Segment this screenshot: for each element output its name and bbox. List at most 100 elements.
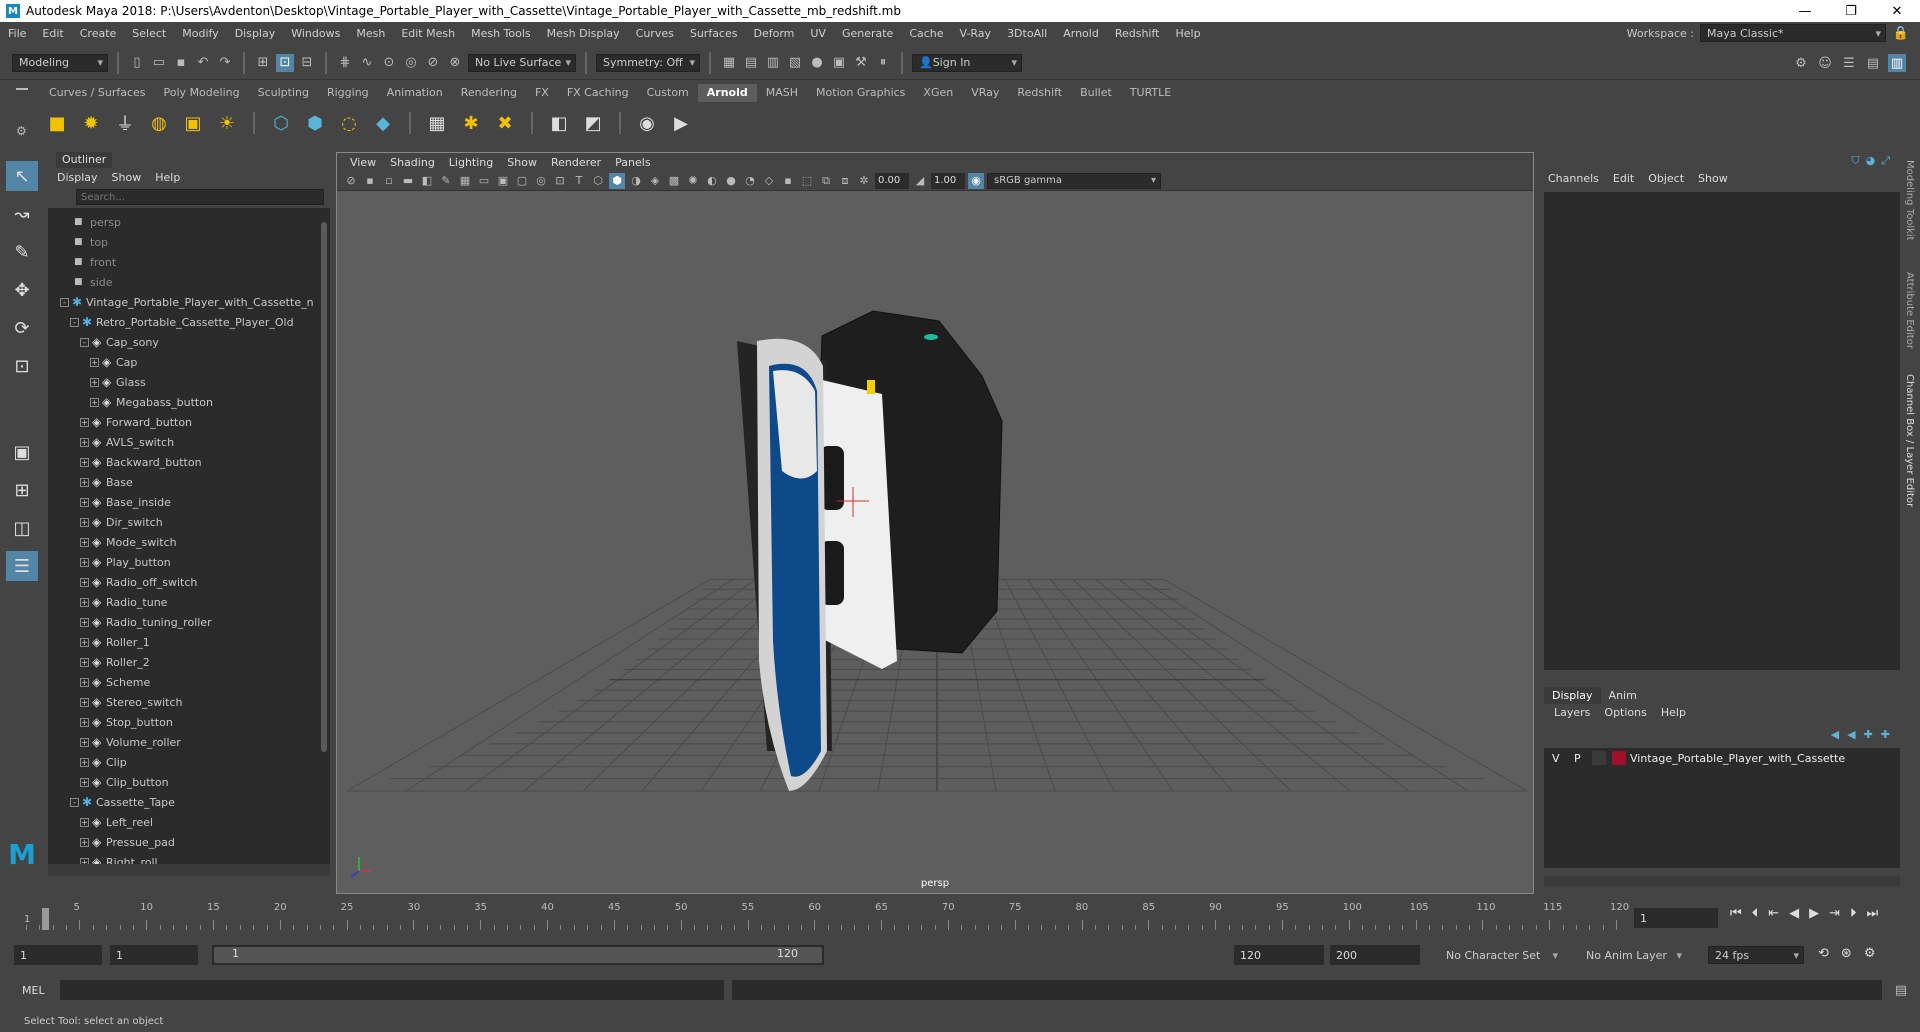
- play-backward-icon[interactable]: ◀: [1789, 906, 1799, 921]
- outliner-item-vintage-portable-player-with-cassette-n[interactable]: - ✱ Vintage_Portable_Player_with_Cassette_…: [48, 292, 318, 312]
- volume-icon[interactable]: ◆: [370, 110, 396, 136]
- single-view-icon[interactable]: ▣: [6, 437, 38, 467]
- standin-icon[interactable]: ⬡: [268, 110, 294, 136]
- expand-toggle-icon[interactable]: +: [80, 497, 89, 507]
- layer-name[interactable]: Vintage_Portable_Player_with_Cassette: [1630, 752, 1845, 765]
- xray-components-icon[interactable]: ⧈: [837, 173, 853, 189]
- maximize-button[interactable]: ❐: [1828, 0, 1874, 22]
- modeling-toolkit-icon[interactable]: ⚙: [1792, 54, 1810, 72]
- sign-in-dropdown[interactable]: 👤 Sign In: [912, 53, 1022, 72]
- side-tab-channel-box[interactable]: Channel Box / Layer Editor: [1904, 374, 1915, 507]
- time-slider-track[interactable]: 1 5 10 15 20 25 30 35 40 45 50 55 60 65 70 75 80 85 90 95 1…: [20, 900, 1629, 932]
- outliner-camera-side[interactable]: ■ side: [48, 272, 318, 292]
- select-object-icon[interactable]: ⊡: [276, 53, 294, 72]
- color-space-dropdown[interactable]: sRGB gamma: [987, 172, 1161, 189]
- expand-toggle-icon[interactable]: +: [80, 417, 89, 427]
- lock-icon[interactable]: 🔒: [1892, 24, 1910, 42]
- outliner-item-mode-switch[interactable]: + ◈ Mode_switch: [48, 532, 318, 552]
- outliner-item-cap-sony[interactable]: - ◈ Cap_sony: [48, 332, 318, 352]
- new-layer-selected-icon[interactable]: ✚: [1881, 728, 1890, 741]
- gamma-icon[interactable]: ◢: [912, 173, 928, 189]
- scale-tool-icon[interactable]: ⊡: [6, 351, 38, 381]
- shelf-tab-bullet[interactable]: Bullet: [1071, 84, 1121, 102]
- go-to-start-icon[interactable]: ⏮: [1730, 906, 1742, 921]
- expand-toggle-icon[interactable]: +: [80, 577, 89, 587]
- close-button[interactable]: ✕: [1874, 0, 1920, 22]
- snap-surface-icon[interactable]: ⊘: [424, 54, 442, 72]
- outliner-item-forward-button[interactable]: + ◈ Forward_button: [48, 412, 318, 432]
- outliner-item-volume-roller[interactable]: + ◈ Volume_roller: [48, 732, 318, 752]
- expand-toggle-icon[interactable]: +: [80, 757, 89, 767]
- layer-type-toggle[interactable]: [1592, 751, 1606, 765]
- character-controls-icon[interactable]: ☺: [1816, 54, 1834, 72]
- gate-mask-icon[interactable]: ▢: [514, 173, 530, 189]
- expand-toggle-icon[interactable]: +: [80, 457, 89, 467]
- shelf-tab-animation[interactable]: Animation: [378, 84, 452, 102]
- expand-toggle-icon[interactable]: -: [60, 297, 69, 307]
- step-forward-key-icon[interactable]: ⏵: [1850, 906, 1857, 921]
- loop-icon[interactable]: ⟲: [1818, 946, 1829, 961]
- flush-textures-icon[interactable]: ✱: [458, 110, 484, 136]
- viewport-menu-view[interactable]: View: [343, 156, 383, 169]
- lasso-tool-icon[interactable]: ↝: [6, 199, 38, 229]
- shelf-tab-redshift[interactable]: Redshift: [1008, 84, 1071, 102]
- tool-settings-icon[interactable]: ▤: [1864, 54, 1882, 72]
- time-slider[interactable]: 1 5 10 15 20 25 30 35 40 45 50 55 60 65 70 75 80 85 90 95 1…: [0, 900, 1920, 936]
- material-icon[interactable]: ◧: [546, 110, 572, 136]
- step-back-key-icon[interactable]: ⏴: [1752, 906, 1759, 921]
- expand-toggle-icon[interactable]: +: [80, 617, 89, 627]
- expand-toggle-icon[interactable]: +: [90, 377, 99, 387]
- render-settings-icon[interactable]: ▧: [786, 54, 804, 72]
- auto-key-icon[interactable]: ⊛: [1841, 946, 1852, 961]
- curve-collector-icon[interactable]: ◌: [336, 110, 362, 136]
- outliner-item-clip[interactable]: + ◈ Clip: [48, 752, 318, 772]
- expand-toggle-icon[interactable]: +: [90, 397, 99, 407]
- menu-curves[interactable]: Curves: [628, 27, 682, 40]
- xray-joints-icon[interactable]: ⧉: [818, 173, 834, 189]
- layer-visibility-toggle[interactable]: V: [1552, 752, 1560, 765]
- select-hierarchy-icon[interactable]: ⊞: [254, 54, 272, 72]
- menu-redshift[interactable]: Redshift: [1107, 27, 1168, 40]
- animation-start-field[interactable]: 1: [14, 945, 102, 965]
- xray-icon[interactable]: ⬚: [799, 173, 815, 189]
- move-layer-down-icon[interactable]: ◀: [1847, 728, 1855, 741]
- step-back-frame-icon[interactable]: ⇤: [1768, 906, 1779, 921]
- expand-toggle-icon[interactable]: -: [80, 337, 89, 347]
- cassette-player-model[interactable]: [737, 310, 1003, 791]
- wireframe-icon[interactable]: ⬡: [590, 173, 606, 189]
- channel-menu-object[interactable]: Object: [1648, 172, 1684, 185]
- menu-edit[interactable]: Edit: [34, 27, 71, 40]
- attribute-editor-icon[interactable]: ☰: [1840, 54, 1858, 72]
- character-set-dropdown[interactable]: No Character Set: [1440, 946, 1562, 964]
- safe-title-icon[interactable]: T: [571, 173, 587, 189]
- outliner-item-glass[interactable]: + ◈ Glass: [48, 372, 318, 392]
- symmetry-dropdown[interactable]: Symmetry: Off: [596, 53, 700, 72]
- exposure-field[interactable]: 0.00: [875, 172, 909, 189]
- menu-surfaces[interactable]: Surfaces: [682, 27, 746, 40]
- layer-row[interactable]: V P Vintage_Portable_Player_with_Cassett…: [1544, 748, 1900, 768]
- render-region-icon[interactable]: ▤: [742, 54, 760, 72]
- expand-toggle-icon[interactable]: +: [80, 517, 89, 527]
- shelf-tab-mash[interactable]: MASH: [757, 84, 807, 102]
- outliner-item-scheme[interactable]: + ◈ Scheme: [48, 672, 318, 692]
- snap-view-icon[interactable]: ◎: [402, 54, 420, 72]
- menu-uv[interactable]: UV: [802, 27, 834, 40]
- playback-start-field[interactable]: 1: [110, 945, 198, 965]
- shelf-tab-sculpting[interactable]: Sculpting: [249, 84, 318, 102]
- range-slider-track[interactable]: [214, 947, 822, 963]
- live-surface-dropdown[interactable]: No Live Surface: [468, 53, 576, 72]
- outliner-item-backward-button[interactable]: + ◈ Backward_button: [48, 452, 318, 472]
- shelf-tab-curves-surfaces[interactable]: Curves / Surfaces: [40, 84, 155, 102]
- motion-blur-icon[interactable]: ◔: [742, 173, 758, 189]
- expand-toggle-icon[interactable]: +: [80, 537, 89, 547]
- expand-toggle-icon[interactable]: +: [90, 357, 99, 367]
- two-d-pan-icon[interactable]: ◧: [419, 173, 435, 189]
- shelf-tab-custom[interactable]: Custom: [638, 84, 698, 102]
- outliner-item-play-button[interactable]: + ◈ Play_button: [48, 552, 318, 572]
- play-forward-icon[interactable]: ▶: [1809, 906, 1819, 921]
- expand-toggle-icon[interactable]: -: [70, 797, 79, 807]
- outliner-layout-icon[interactable]: ☰: [6, 551, 38, 581]
- outliner-item-pressue-pad[interactable]: + ◈ Pressue_pad: [48, 832, 318, 852]
- shelf-tab-turtle[interactable]: TURTLE: [1121, 84, 1180, 102]
- step-forward-frame-icon[interactable]: ⇥: [1829, 906, 1840, 921]
